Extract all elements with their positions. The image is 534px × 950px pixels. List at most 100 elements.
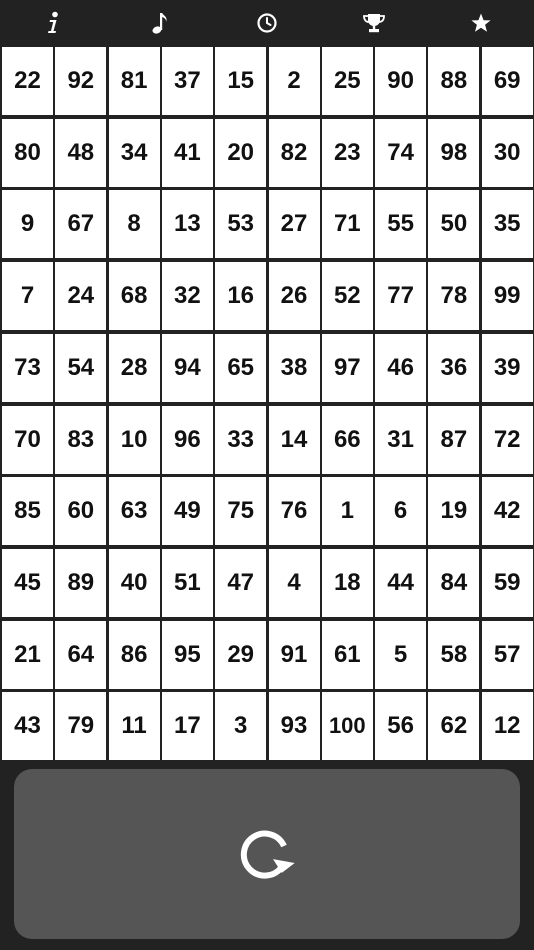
number-tile[interactable]: 95 [161,620,213,689]
number-tile[interactable]: 64 [55,620,107,689]
number-tile[interactable]: 60 [55,477,107,546]
number-tile[interactable]: 56 [375,692,427,761]
number-tile[interactable]: 97 [321,333,373,402]
number-tile[interactable]: 9 [2,190,53,259]
info-button[interactable] [0,0,107,46]
number-tile[interactable]: 62 [428,692,480,761]
number-tile[interactable]: 69 [481,47,533,115]
number-tile[interactable]: 73 [2,333,53,402]
number-tile[interactable]: 12 [481,692,533,761]
number-tile[interactable]: 82 [268,118,320,187]
number-tile[interactable]: 42 [481,477,533,546]
number-tile[interactable]: 7 [2,262,53,331]
number-tile[interactable]: 63 [108,477,160,546]
number-tile[interactable]: 22 [2,47,53,115]
number-tile[interactable]: 11 [108,692,160,761]
number-tile[interactable]: 37 [161,47,213,115]
number-tile[interactable]: 68 [108,262,160,331]
number-tile[interactable]: 65 [215,333,267,402]
number-tile[interactable]: 46 [375,333,427,402]
number-tile[interactable]: 47 [215,548,267,617]
number-tile[interactable]: 16 [215,262,267,331]
number-tile[interactable]: 40 [108,548,160,617]
number-tile[interactable]: 19 [428,477,480,546]
number-tile[interactable]: 54 [55,333,107,402]
number-tile[interactable]: 38 [268,333,320,402]
number-tile[interactable]: 99 [481,262,533,331]
number-tile[interactable]: 98 [428,118,480,187]
number-tile[interactable]: 55 [375,190,427,259]
number-tile[interactable]: 70 [2,405,53,474]
number-tile[interactable]: 50 [428,190,480,259]
number-tile[interactable]: 49 [161,477,213,546]
number-tile[interactable]: 6 [375,477,427,546]
number-tile[interactable]: 45 [2,548,53,617]
number-tile[interactable]: 14 [268,405,320,474]
number-tile[interactable]: 77 [375,262,427,331]
number-tile[interactable]: 39 [481,333,533,402]
number-tile[interactable]: 35 [481,190,533,259]
number-tile[interactable]: 67 [55,190,107,259]
number-tile[interactable]: 52 [321,262,373,331]
number-tile[interactable]: 20 [215,118,267,187]
number-tile[interactable]: 59 [481,548,533,617]
timer-button[interactable] [214,0,321,46]
number-tile[interactable]: 71 [321,190,373,259]
number-tile[interactable]: 58 [428,620,480,689]
number-tile[interactable]: 76 [268,477,320,546]
number-tile[interactable]: 41 [161,118,213,187]
number-tile[interactable]: 61 [321,620,373,689]
star-button[interactable] [427,0,534,46]
number-tile[interactable]: 21 [2,620,53,689]
number-tile[interactable]: 92 [55,47,107,115]
number-tile[interactable]: 81 [108,47,160,115]
number-tile[interactable]: 78 [428,262,480,331]
number-tile[interactable]: 23 [321,118,373,187]
number-tile[interactable]: 30 [481,118,533,187]
number-tile[interactable]: 66 [321,405,373,474]
number-tile[interactable]: 83 [55,405,107,474]
number-tile[interactable]: 74 [375,118,427,187]
number-tile[interactable]: 44 [375,548,427,617]
number-tile[interactable]: 4 [268,548,320,617]
number-tile[interactable]: 15 [215,47,267,115]
number-tile[interactable]: 43 [2,692,53,761]
number-tile[interactable]: 48 [55,118,107,187]
number-tile[interactable]: 36 [428,333,480,402]
number-tile[interactable]: 32 [161,262,213,331]
number-tile[interactable]: 8 [108,190,160,259]
number-tile[interactable]: 53 [215,190,267,259]
number-tile[interactable]: 27 [268,190,320,259]
number-tile[interactable]: 75 [215,477,267,546]
number-tile[interactable]: 51 [161,548,213,617]
number-tile[interactable]: 85 [2,477,53,546]
number-tile[interactable]: 34 [108,118,160,187]
number-tile[interactable]: 79 [55,692,107,761]
number-tile[interactable]: 5 [375,620,427,689]
number-tile[interactable]: 100 [321,692,373,761]
number-tile[interactable]: 88 [428,47,480,115]
number-tile[interactable]: 94 [161,333,213,402]
number-tile[interactable]: 28 [108,333,160,402]
number-tile[interactable]: 89 [55,548,107,617]
number-tile[interactable]: 3 [215,692,267,761]
number-tile[interactable]: 33 [215,405,267,474]
trophy-button[interactable] [320,0,427,46]
number-tile[interactable]: 84 [428,548,480,617]
number-tile[interactable]: 26 [268,262,320,331]
number-tile[interactable]: 17 [161,692,213,761]
number-tile[interactable]: 72 [481,405,533,474]
number-tile[interactable]: 31 [375,405,427,474]
number-tile[interactable]: 24 [55,262,107,331]
number-tile[interactable]: 2 [268,47,320,115]
number-tile[interactable]: 13 [161,190,213,259]
number-tile[interactable]: 96 [161,405,213,474]
number-tile[interactable]: 91 [268,620,320,689]
number-tile[interactable]: 25 [321,47,373,115]
number-tile[interactable]: 57 [481,620,533,689]
number-tile[interactable]: 86 [108,620,160,689]
number-tile[interactable]: 18 [321,548,373,617]
number-tile[interactable]: 29 [215,620,267,689]
number-tile[interactable]: 93 [268,692,320,761]
number-tile[interactable]: 87 [428,405,480,474]
